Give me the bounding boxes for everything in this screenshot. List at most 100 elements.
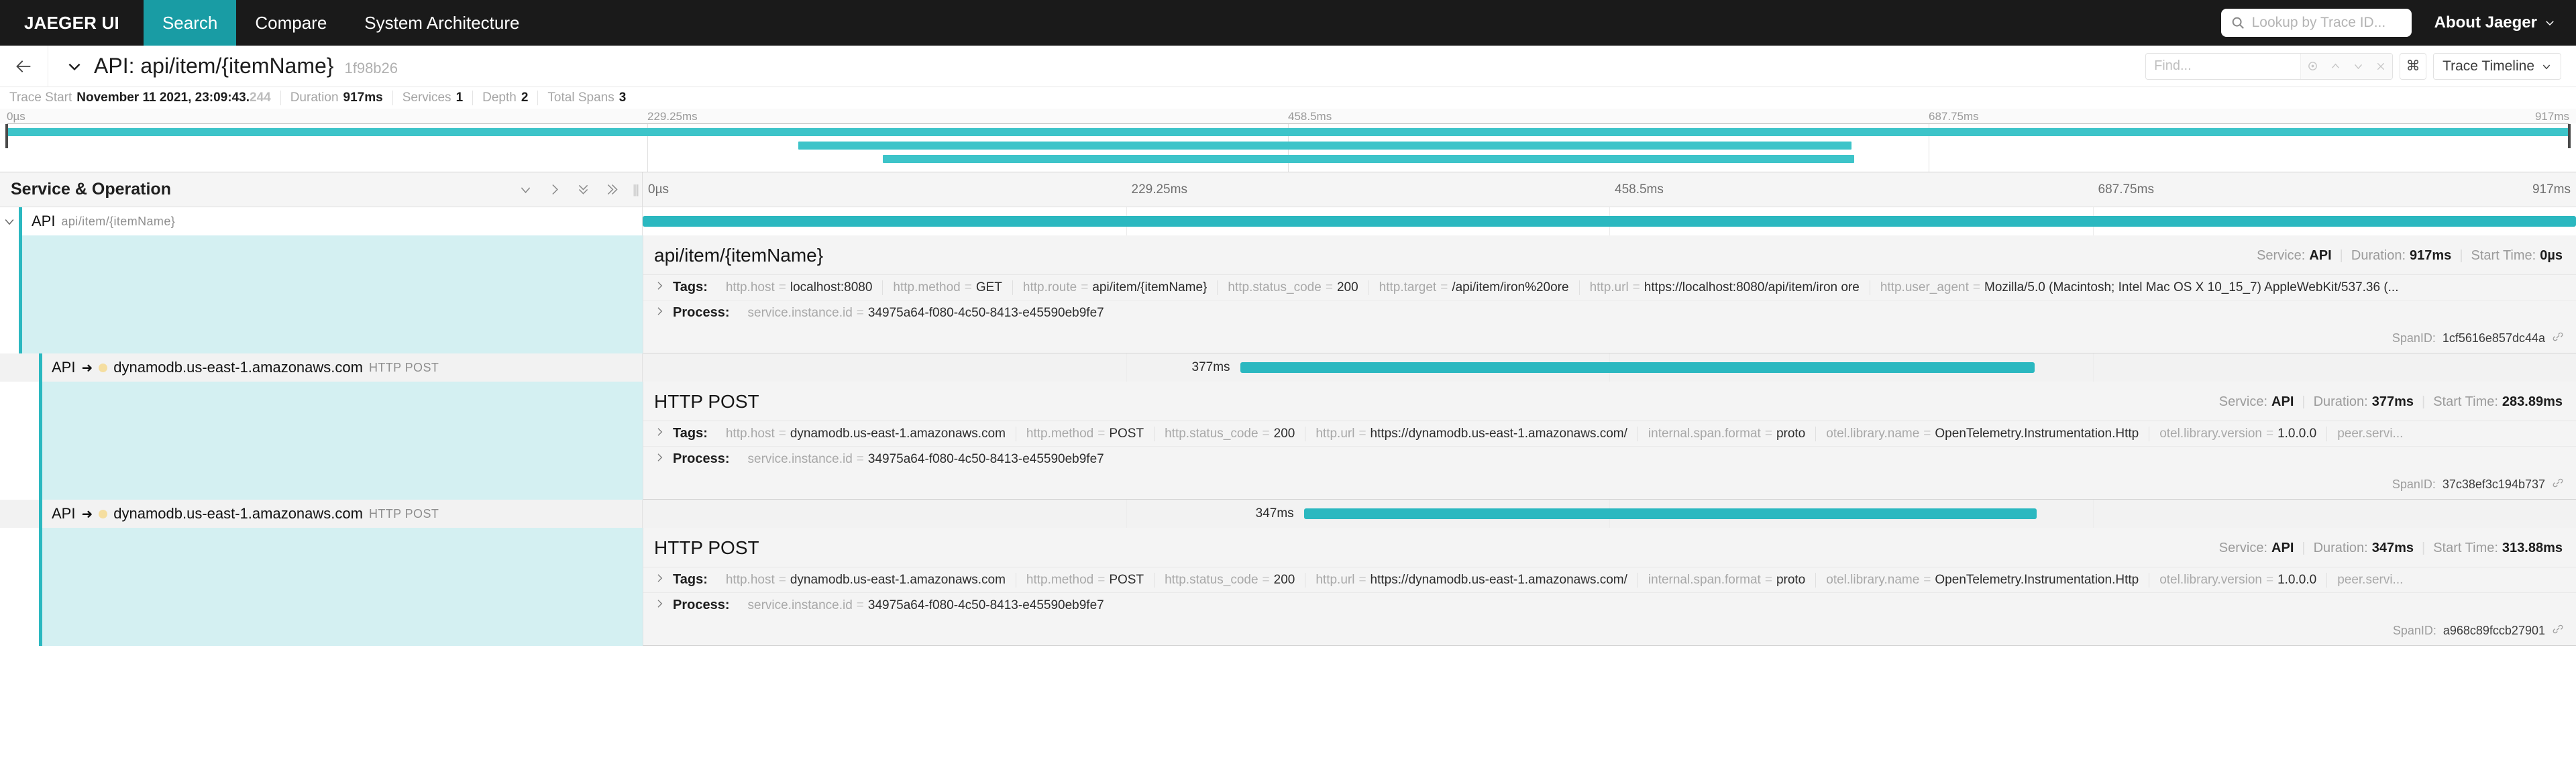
minimap-span-bar [7,128,2569,136]
tag-pair: service.instance.id = 34975a64-f080-4c50-8… [738,452,1114,467]
span-bar-track[interactable] [643,207,2576,235]
back-button[interactable] [0,45,48,87]
gutter-spacer [0,235,19,353]
tag-value: 34975a64-f080-4c50-8413-e45590eb9fe7 [867,598,1104,612]
collapse-one-icon[interactable] [519,182,533,197]
detail-start-time-value: 283.89ms [2502,394,2563,409]
process-list: service.instance.id = 34975a64-f080-4c50-8… [738,306,1114,321]
span-row-left[interactable]: API ➜ dynamodb.us-east-1.amazonaws.com HTTP… [0,500,643,528]
minimap-canvas[interactable] [5,123,2571,172]
meta-item: Trace Start November 11 2021, 23:09:43.24… [9,91,280,105]
process-row-label: Process: [673,305,730,320]
app-logo[interactable]: JAEGER UI [0,0,144,46]
focus-match-icon[interactable] [2301,54,2324,79]
tag-value: proto [1776,426,1806,441]
span-id-row: SpanID: a968c89fccb27901 [643,618,2576,645]
tag-key: http.url [1589,280,1629,294]
span-row[interactable]: API ➜ dynamodb.us-east-1.amazonaws.com HTTP… [0,353,2576,382]
view-mode-select[interactable]: Trace Timeline [2433,52,2561,80]
tag-equals: = [1358,426,1366,441]
trace-header: API: api/item/{itemName} 1f98b26 ⌘ [0,45,2576,87]
span-duration-bar[interactable] [1303,508,2037,519]
process-row[interactable]: Process: service.instance.id = 34975a64-f08… [643,300,2576,325]
detail-meta: Service: API | Duration: 347ms | Start Time: 31… [2219,541,2563,556]
span-duration-bar[interactable] [1240,362,2035,373]
link-icon[interactable] [2552,331,2564,346]
tag-key: http.url [1316,572,1355,587]
prev-match-icon[interactable] [2324,54,2347,79]
clear-search-icon[interactable] [2369,54,2392,79]
chevron-right-icon[interactable] [654,573,665,587]
link-icon[interactable] [2552,623,2564,639]
timeline-tick: 917ms [2532,182,2571,197]
span-id-label: SpanID: [2392,624,2436,637]
span-row[interactable]: API api/item/{itemName} [0,207,2576,235]
detail-separator: | [2339,247,2343,263]
tag-value: dynamodb.us-east-1.amazonaws.com [790,426,1006,441]
tags-row[interactable]: Tags: http.host = dynamodb.us-east-1.amazon… [643,567,2576,593]
span-row-label: API ➜ dynamodb.us-east-1.amazonaws.com HTTP… [42,359,439,376]
tags-row[interactable]: Tags: http.host = dynamodb.us-east-1.amazon… [643,421,2576,447]
detail-service-value: API [2271,540,2294,555]
minimap-drag-handle-right[interactable] [2568,124,2571,148]
span-row-left[interactable]: API api/item/{itemName} [0,207,643,235]
span-row[interactable]: API ➜ dynamodb.us-east-1.amazonaws.com HTTP… [0,500,2576,528]
find-input[interactable] [2146,58,2301,74]
meta-key: Depth [482,91,517,105]
tag-equals: = [778,572,786,587]
trace-minimap[interactable]: 0µs 229.25ms 458.5ms 687.75ms 917ms [0,109,2576,172]
tag-pair: http.status_code = 200 [1154,426,1305,441]
tag-equals: = [856,451,864,466]
meta-value: 1 [455,91,464,105]
span-duration-label: 377ms [1191,360,1230,374]
chevron-right-icon[interactable] [654,452,665,466]
span-row-left[interactable]: API ➜ dynamodb.us-east-1.amazonaws.com HTTP… [0,353,643,382]
collapse-all-icon[interactable] [576,182,590,197]
chevron-right-icon[interactable] [654,427,665,441]
next-match-icon[interactable] [2347,54,2369,79]
link-icon[interactable] [2552,477,2564,492]
minimap-drag-handle-left[interactable] [5,124,8,148]
detail-meta: Service: API | Duration: 377ms | Start Time: 28… [2219,394,2563,410]
tag-value: 200 [1273,572,1295,587]
chevron-right-icon[interactable] [654,598,665,612]
nav-item-search[interactable]: Search [143,0,237,46]
timeline-column-header: Service & Operation ||| 0µs 229.25ms 458.5… [0,172,2576,207]
nav-item-system-architecture[interactable]: System Architecture [345,0,538,46]
tag-key: peer.servi... [2337,426,2404,441]
nav-right-group: About Jaeger [2220,0,2576,46]
trace-lookup-box[interactable] [2220,9,2412,37]
detail-separator: | [2459,247,2463,263]
process-row[interactable]: Process: service.instance.id = 34975a64-f08… [643,593,2576,618]
chevron-down-icon[interactable] [0,215,19,228]
tag-pair: http.url = https://dynamodb.us-east-1.amaz… [1305,426,1638,441]
trace-id-input[interactable] [2251,15,2402,31]
find-box[interactable] [2145,52,2394,80]
process-row[interactable]: Process: service.instance.id = 34975a64-f08… [643,447,2576,472]
span-bar-track[interactable]: 347ms [643,500,2576,528]
gutter-spacer [0,382,19,500]
tag-equals: = [1923,572,1931,587]
about-jaeger-menu[interactable]: About Jaeger [2434,13,2556,32]
span-detail-header: api/item/{itemName} Service: API | Duration:… [643,235,2576,275]
detail-start-time-value: 0µs [2540,247,2563,263]
expand-one-icon[interactable] [547,182,561,197]
tags-row[interactable]: Tags: http.host = localhost:8080 http.method… [643,275,2576,300]
tag-pair: http.host = dynamodb.us-east-1.amazonaws.c… [716,427,1016,441]
service-name: API [52,505,76,522]
chevron-right-icon[interactable] [654,280,665,294]
span-duration-bar[interactable] [643,216,2576,227]
tag-key: peer.servi... [2337,572,2404,587]
keyboard-shortcuts-button[interactable]: ⌘ [2400,52,2427,80]
tag-key: http.url [1316,426,1355,441]
column-resize-handle[interactable]: ||| [633,182,639,197]
chevron-down-icon[interactable] [66,58,83,75]
tag-equals: = [1262,426,1270,441]
span-bar-track[interactable]: 377ms [643,353,2576,382]
gutter-spacer [0,528,19,646]
tag-key: otel.library.version [2159,426,2262,441]
tag-pair: internal.span.format = proto [1637,426,1815,441]
nav-item-compare[interactable]: Compare [236,0,345,46]
expand-all-icon[interactable] [605,182,619,197]
chevron-right-icon[interactable] [654,306,665,320]
